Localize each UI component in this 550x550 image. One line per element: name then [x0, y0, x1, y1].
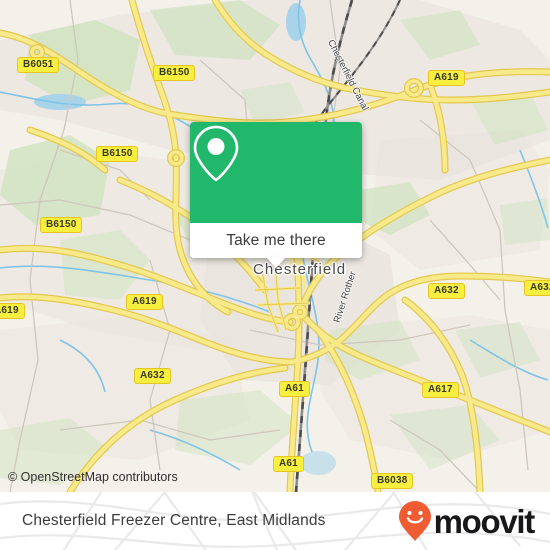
road-shield-a619[interactable]: A619	[126, 294, 163, 310]
page-title: Chesterfield Freezer Centre, East Midlan…	[22, 512, 326, 529]
road-shield-b6150[interactable]: B6150	[40, 217, 83, 233]
callout-action-bar[interactable]: Take me there	[190, 223, 362, 258]
road-shield-a61[interactable]: A61	[273, 456, 304, 472]
road-shield-a617[interactable]: A617	[422, 382, 459, 398]
road-shield-a632[interactable]: A632	[524, 280, 550, 296]
osm-attribution[interactable]: © OpenStreetMap contributors	[8, 470, 178, 484]
callout-image	[190, 122, 362, 223]
road-shield-a61[interactable]: A61	[279, 381, 310, 397]
moovit-logo[interactable]: moovit	[398, 492, 536, 550]
callout-tail	[266, 257, 286, 268]
take-me-there-label: Take me there	[226, 231, 326, 249]
moovit-smiling-pin-icon	[398, 501, 431, 541]
location-callout[interactable]: Take me there	[190, 122, 362, 268]
moovit-wordmark: moovit	[433, 502, 536, 540]
road-shield-a619[interactable]: A619	[0, 303, 25, 319]
road-shield-a619[interactable]: A619	[428, 70, 465, 86]
road-shield-b6150[interactable]: B6150	[153, 65, 196, 81]
road-shield-b6038[interactable]: B6038	[371, 473, 414, 489]
location-pin-icon	[193, 125, 239, 182]
road-shield-b6051[interactable]: B6051	[17, 57, 60, 73]
footer-bar: Chesterfield Freezer Centre, East Midlan…	[0, 492, 550, 550]
map-canvas[interactable]: Chesterfield Chesterfield Canal River Ro…	[0, 0, 550, 492]
map-screenshot: Chesterfield Chesterfield Canal River Ro…	[0, 0, 550, 550]
road-shield-a632[interactable]: A632	[428, 283, 465, 299]
road-shield-a632[interactable]: A632	[134, 368, 171, 384]
road-shield-b6150[interactable]: B6150	[96, 146, 139, 162]
